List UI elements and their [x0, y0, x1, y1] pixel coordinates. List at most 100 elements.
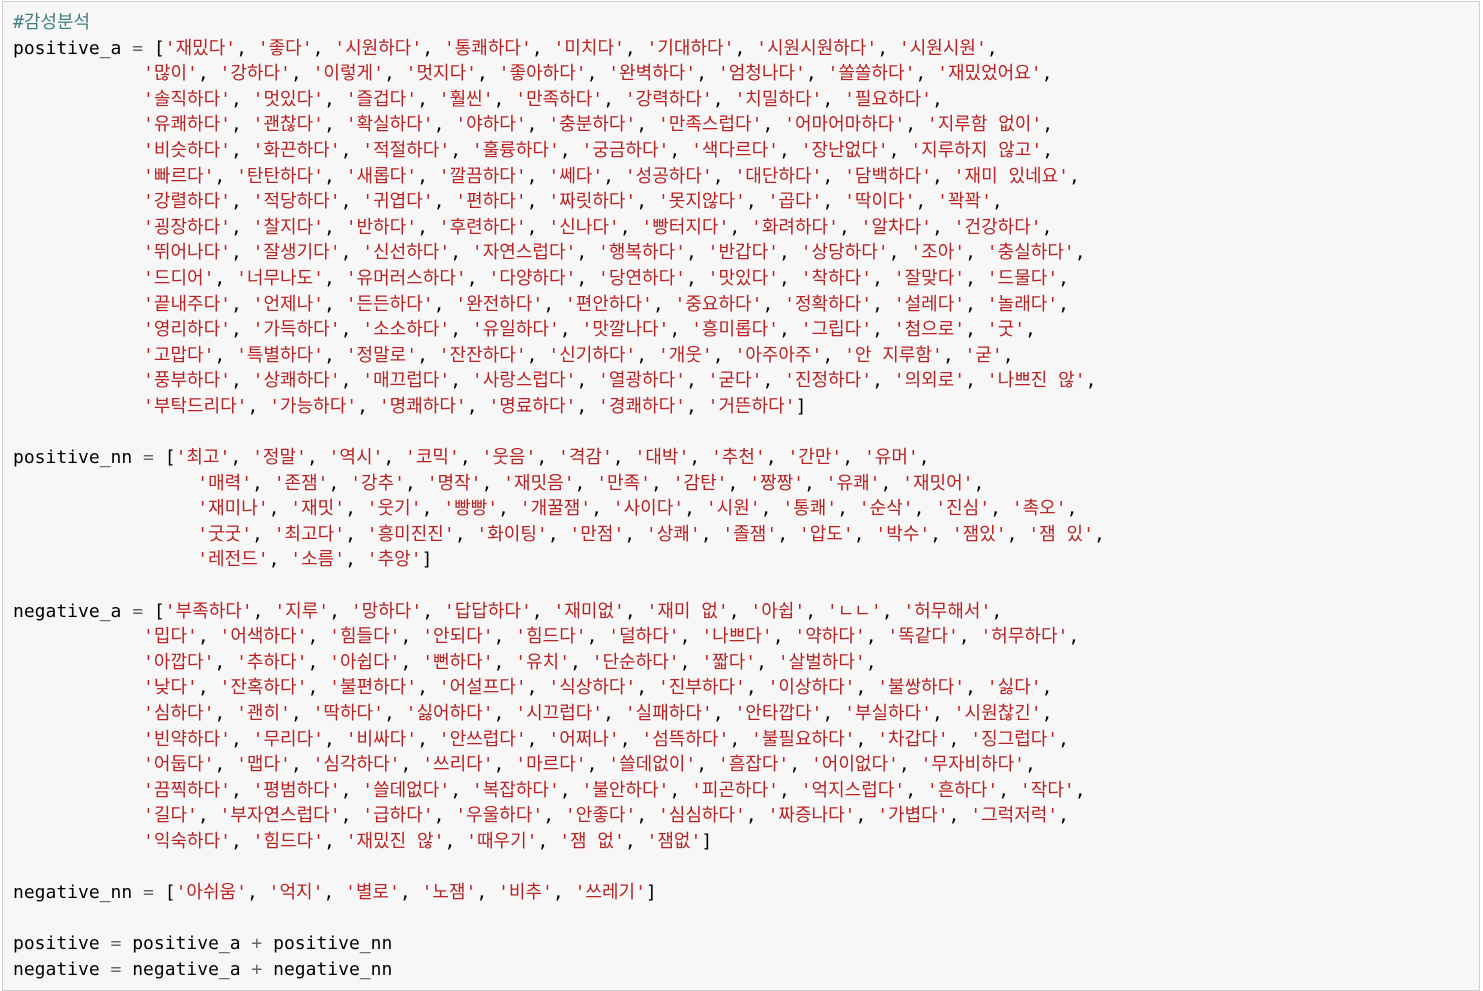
comma: ,	[340, 370, 363, 392]
comma: ,	[400, 651, 423, 673]
code-line: '많이', '강하다', '이렇게', '멋지다', '좋아하다', '완벽하다…	[13, 61, 1116, 87]
string-literal: '시원시원하다'	[756, 37, 878, 59]
string-literal: '흔하다'	[926, 779, 999, 801]
comma: ,	[433, 805, 456, 827]
list-close-bracket: ]	[701, 831, 713, 852]
comma: ,	[324, 165, 346, 187]
string-literal: '소름'	[290, 549, 346, 571]
string-literal: '새롭다'	[345, 165, 418, 187]
comma: ,	[328, 472, 351, 494]
comma: ,	[433, 191, 456, 213]
string-literal: '통쾌하다'	[443, 37, 532, 59]
code-line: '낮다', '잔혹하다', '불편하다', '어설프다', '식상하다', '진…	[13, 675, 1116, 701]
string-literal: '강력하다'	[624, 88, 713, 110]
string-literal: '격감'	[558, 447, 613, 469]
comma: ,	[570, 651, 592, 673]
code-cell[interactable]: #감성분석 positive_a = ['재밌다', '좋다', '시원하다', …	[2, 1, 1480, 991]
code-line: '어둡다', '맵다', '심각하다', '쓰리다', '마르다', '쓸데없이…	[13, 752, 1116, 778]
string-literal: '궁금하다'	[581, 139, 670, 161]
comma: ,	[612, 447, 635, 469]
string-literal: '가능하다'	[269, 395, 358, 417]
string-literal: '맛깔나다'	[581, 319, 670, 341]
string-literal: '신선하다'	[362, 242, 451, 264]
string-literal: '재미나'	[197, 498, 269, 520]
comma: ,	[450, 139, 472, 161]
string-literal: '낮다'	[143, 677, 198, 699]
string-literal: '화끈하다'	[252, 139, 341, 161]
string-literal: '개웃'	[657, 344, 713, 366]
comma: ,	[822, 88, 845, 110]
string-literal: '강추'	[350, 472, 405, 494]
comma: ,	[246, 882, 269, 904]
string-literal: '만족'	[596, 472, 652, 494]
comma: ,	[417, 165, 439, 187]
string-literal: '명쾌하다'	[378, 395, 467, 417]
code-editor[interactable]: #감성분석 positive_a = ['재밌다', '좋다', '시원하다', …	[13, 10, 1116, 983]
comma: ,	[822, 165, 845, 187]
comma: ,	[765, 447, 788, 469]
comma: ,	[762, 114, 785, 136]
string-literal: '유머'	[863, 447, 919, 469]
string-literal: '밉다'	[143, 626, 198, 648]
string-literal: '그립다'	[800, 319, 873, 341]
comma: ,	[383, 63, 406, 85]
string-literal: '소소하다'	[362, 319, 451, 341]
string-literal: '정말로'	[345, 344, 418, 366]
string-literal: '아주아주'	[734, 344, 823, 366]
string-literal: '쓰리다'	[422, 754, 494, 776]
comma: ,	[669, 779, 692, 801]
string-literal: '열광하다'	[598, 370, 686, 392]
string-literal: '드물다'	[986, 267, 1059, 289]
string-literal: '짜릿하다'	[548, 191, 637, 213]
string-literal: '재미 있네요'	[953, 165, 1069, 187]
comma: ,	[624, 600, 647, 622]
string-literal: '설레다'	[893, 293, 966, 315]
list-open-bracket: [	[164, 447, 176, 469]
string-literal: '뻔하다'	[422, 651, 494, 673]
string-literal: '역시'	[328, 447, 384, 469]
comma: ,	[417, 677, 439, 699]
string-literal: '특별하다'	[236, 344, 325, 366]
comma: ,	[466, 267, 489, 289]
comma: ,	[965, 242, 987, 264]
string-literal: '다양하다'	[488, 267, 577, 289]
comma: ,	[1042, 139, 1064, 161]
comma: ,	[965, 267, 987, 289]
comma: ,	[214, 344, 237, 366]
comma: ,	[526, 216, 549, 238]
string-literal: '아쉽다'	[329, 651, 401, 673]
string-literal: '고맙다'	[143, 344, 215, 366]
comma: ,	[624, 523, 646, 545]
string-literal: '부실하다'	[844, 703, 932, 725]
comma: ,	[481, 472, 504, 494]
comma: ,	[624, 37, 647, 59]
comma: ,	[905, 114, 927, 136]
comma: ,	[345, 549, 367, 571]
code-line: negative_nn = ['아쉬움', '억지', '별로', '노잼', …	[13, 880, 1116, 906]
comma: ,	[973, 472, 996, 494]
string-literal: '존잼'	[273, 472, 329, 494]
string-literal: '안타깝다'	[734, 703, 823, 725]
string-literal: '굳다'	[707, 370, 763, 392]
comma: ,	[230, 139, 253, 161]
comma: ,	[855, 728, 878, 750]
string-literal: '엄청나다'	[717, 63, 806, 85]
comma: ,	[214, 651, 237, 673]
string-literal: '최고다'	[273, 523, 346, 545]
string-literal: '상쾌하다'	[252, 370, 341, 392]
comma: ,	[603, 703, 625, 725]
string-literal: '쏠쏠하다'	[827, 63, 916, 85]
string-literal: '재밋어'	[902, 472, 974, 494]
comma: ,	[760, 498, 783, 520]
string-literal: '익숙하다'	[143, 831, 231, 852]
comma: ,	[306, 447, 329, 469]
comma: ,	[865, 651, 888, 673]
comma: ,	[727, 472, 750, 494]
comment-line: #감성분석	[13, 10, 1116, 36]
comma: ,	[729, 728, 752, 750]
